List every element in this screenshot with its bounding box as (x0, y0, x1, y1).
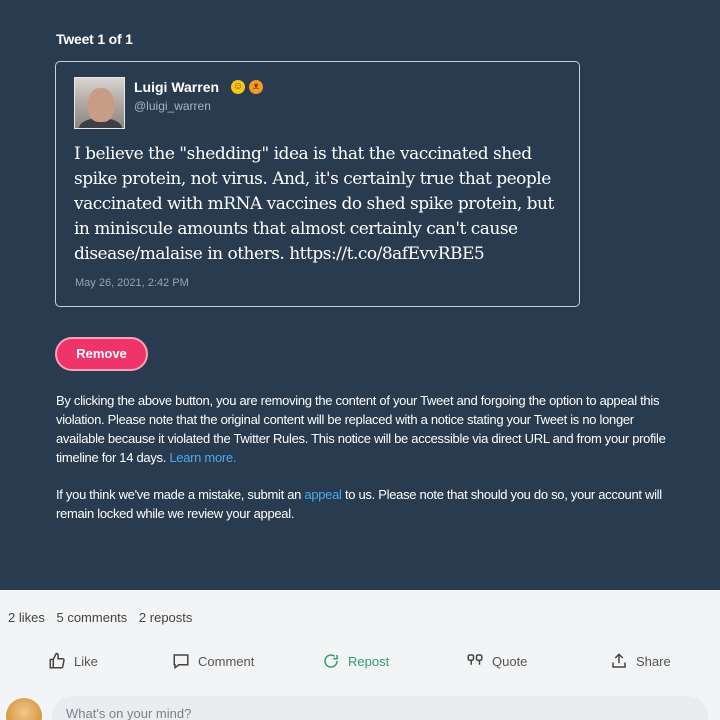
repost-label: Repost (348, 653, 390, 669)
share-button[interactable]: Share (610, 652, 671, 670)
compose-row: What's on your mind? (0, 688, 720, 720)
tweet-timestamp: May 26, 2021, 2:42 PM (75, 277, 189, 289)
cat-emoji-icon: ᴥ (249, 80, 263, 94)
author-handle: @luigi_warren (134, 99, 211, 113)
compose-input[interactable]: What's on your mind? (52, 696, 708, 720)
appeal-notice-pre: If you think we've made a mistake, submi… (56, 487, 302, 502)
share-icon (612, 653, 626, 668)
violation-notice-panel: Tweet 1 of 1 Luigi Warren ☺ ᴥ @luigi_war… (0, 0, 720, 590)
current-user-avatar[interactable] (6, 698, 42, 720)
quote-label: Quote (492, 653, 528, 669)
reposts-count[interactable]: 2 reposts (139, 610, 192, 625)
like-label: Like (74, 653, 98, 669)
comment-icon (173, 654, 189, 670)
comments-count[interactable]: 5 comments (56, 610, 127, 625)
tweet-card: Luigi Warren ☺ ᴥ @luigi_warren I believe… (55, 61, 580, 307)
author-avatar (74, 77, 125, 129)
like-button[interactable]: Like (48, 652, 98, 670)
quote-button[interactable]: Quote (466, 652, 527, 670)
tweet-counter: Tweet 1 of 1 (56, 31, 133, 47)
tweet-text: I believe the "shedding" idea is that th… (74, 144, 554, 264)
smile-emoji-icon: ☺ (231, 80, 245, 94)
learn-more-link[interactable]: Learn more. (169, 450, 236, 465)
post-stats: 2 likes 5 comments 2 reposts (8, 610, 200, 625)
removal-notice-body: By clicking the above button, you are re… (56, 393, 666, 465)
comment-button[interactable]: Comment (172, 652, 254, 670)
post-action-bar: Like Comment Repost Quote Share (0, 640, 720, 684)
appeal-link[interactable]: appeal (304, 487, 342, 502)
author-name: Luigi Warren (134, 79, 220, 95)
removal-notice-text: By clicking the above button, you are re… (56, 391, 676, 467)
repost-icon (324, 654, 338, 668)
likes-count[interactable]: 2 likes (8, 610, 45, 625)
remove-button[interactable]: Remove (55, 337, 148, 371)
quote-icon (467, 654, 483, 665)
comment-label: Comment (198, 653, 255, 669)
appeal-notice-text: If you think we've made a mistake, submi… (56, 485, 676, 523)
repost-button[interactable]: Repost (322, 652, 389, 670)
share-label: Share (636, 653, 671, 669)
thumbs-up-icon (49, 652, 65, 669)
